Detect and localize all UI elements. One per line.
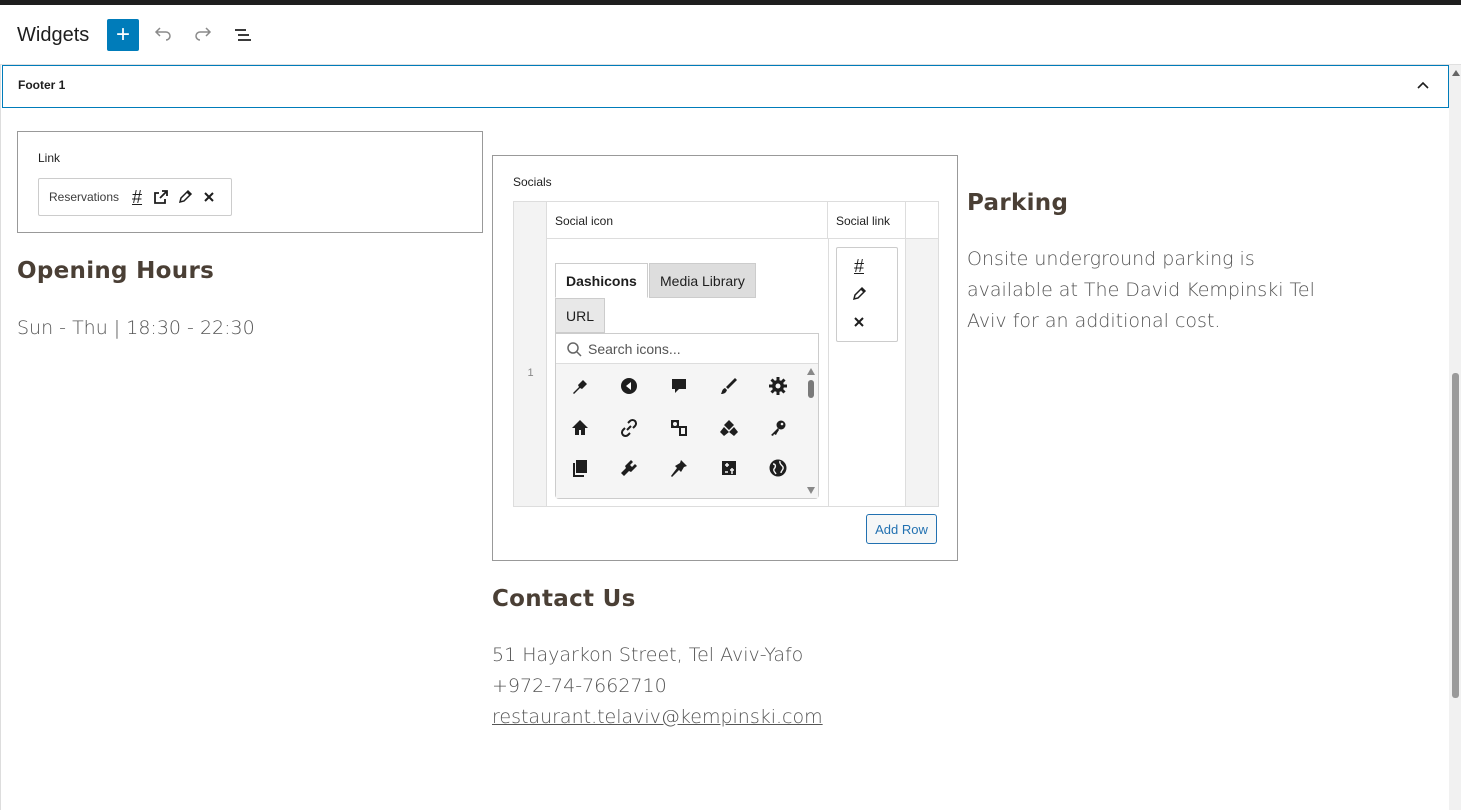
- contact-phone: +972-74-7662710: [492, 675, 667, 697]
- contact-email-link[interactable]: restaurant.telaviv@kempinski.com: [492, 702, 823, 733]
- contact-address: 51 Hayarkon Street, Tel Aviv-Yafo: [492, 644, 804, 666]
- key-icon[interactable]: [764, 414, 792, 442]
- social-link-url[interactable]: #: [849, 256, 869, 276]
- opening-hours-heading: Opening Hours: [17, 258, 215, 284]
- editor-header: Widgets +: [0, 5, 1461, 65]
- link-chip: Reservations #: [38, 178, 232, 216]
- icon-search-bar: [556, 334, 818, 364]
- footer-area-label: Footer 1: [18, 78, 66, 92]
- network-icon[interactable]: [715, 414, 743, 442]
- tab-url[interactable]: URL: [555, 298, 606, 333]
- scrollbar-thumb[interactable]: [1452, 373, 1459, 698]
- row-number: 1: [527, 367, 534, 379]
- chevron-up-icon[interactable]: [1416, 78, 1430, 97]
- page-title: Widgets: [17, 24, 90, 46]
- row-actions-cell[interactable]: [906, 239, 938, 506]
- edit-pencil-icon[interactable]: [173, 185, 197, 209]
- row-handle-column[interactable]: 1: [514, 202, 547, 506]
- pin-icon[interactable]: [665, 454, 693, 482]
- plugin-icon[interactable]: [615, 454, 643, 482]
- comment-icon[interactable]: [665, 372, 693, 400]
- column-header-social-icon: Social icon: [547, 202, 828, 239]
- scroll-down-arrow-icon[interactable]: [807, 487, 815, 494]
- search-icon: [567, 341, 582, 357]
- link-icon[interactable]: [615, 414, 643, 442]
- search-icons-input[interactable]: [588, 340, 808, 357]
- footer-widget-area-toggle[interactable]: Footer 1: [2, 65, 1449, 108]
- globe-icon[interactable]: [764, 454, 792, 482]
- icon-grid: [556, 364, 804, 498]
- remove-x-icon[interactable]: [849, 312, 869, 332]
- scrollbar-thumb[interactable]: [808, 380, 814, 398]
- add-row-button[interactable]: Add Row: [866, 514, 937, 544]
- edit-pencil-icon[interactable]: [849, 284, 869, 304]
- link-url-hash[interactable]: #: [125, 185, 149, 209]
- parking-line: Aviv for an additional cost.: [967, 310, 1221, 332]
- social-link-chip: #: [836, 247, 898, 342]
- table-header-row: Social icon Social link: [547, 202, 938, 239]
- icon-grid-scrollbar[interactable]: [804, 364, 818, 498]
- parking-text: Onsite underground parking is available …: [967, 244, 1327, 337]
- undo-icon[interactable]: [151, 23, 175, 47]
- column-header-label: Social link: [836, 214, 891, 228]
- parking-line: Onsite underground parking is: [967, 248, 1255, 270]
- socials-label: Socials: [513, 175, 552, 189]
- remove-x-icon[interactable]: [197, 185, 221, 209]
- parking-line: available at The David Kempinski Tel: [967, 279, 1315, 301]
- home-icon[interactable]: [566, 414, 594, 442]
- scroll-up-arrow-icon[interactable]: [1452, 70, 1460, 76]
- external-link-icon[interactable]: [149, 185, 173, 209]
- scroll-up-arrow-icon[interactable]: [807, 368, 815, 375]
- list-view-icon[interactable]: [231, 23, 255, 47]
- parking-heading: Parking: [967, 190, 1069, 216]
- column-header-social-link: Social link: [828, 202, 906, 239]
- add-block-button[interactable]: +: [107, 19, 139, 51]
- gear-icon[interactable]: [764, 372, 792, 400]
- redo-icon[interactable]: [191, 23, 215, 47]
- media-icon[interactable]: [665, 414, 693, 442]
- contact-details: 51 Hayarkon Street, Tel Aviv-Yafo +972-7…: [492, 640, 823, 733]
- tools-icon[interactable]: [715, 454, 743, 482]
- admin-appearance-icon[interactable]: [566, 372, 594, 400]
- column-header-label: Social icon: [555, 214, 614, 228]
- tab-dashicons[interactable]: Dashicons: [555, 263, 648, 298]
- page-scrollbar[interactable]: [1449, 65, 1461, 810]
- link-title: Reservations: [49, 190, 120, 204]
- link-field-label: Link: [38, 151, 61, 165]
- socials-field-block: Socials 1 Social icon Social link Dashic…: [492, 155, 958, 561]
- copy-icon[interactable]: [566, 454, 594, 482]
- brush-icon[interactable]: [715, 372, 743, 400]
- contact-heading: Contact Us: [492, 586, 636, 612]
- opening-hours-text: Sun - Thu | 18:30 - 22:30: [17, 317, 255, 339]
- link-field-block: Link Reservations #: [17, 131, 483, 233]
- back-icon[interactable]: [615, 372, 643, 400]
- socials-repeater-table: 1 Social icon Social link Dashicons Medi…: [513, 201, 939, 507]
- tab-media-library[interactable]: Media Library: [649, 263, 756, 298]
- icon-picker: [555, 333, 819, 499]
